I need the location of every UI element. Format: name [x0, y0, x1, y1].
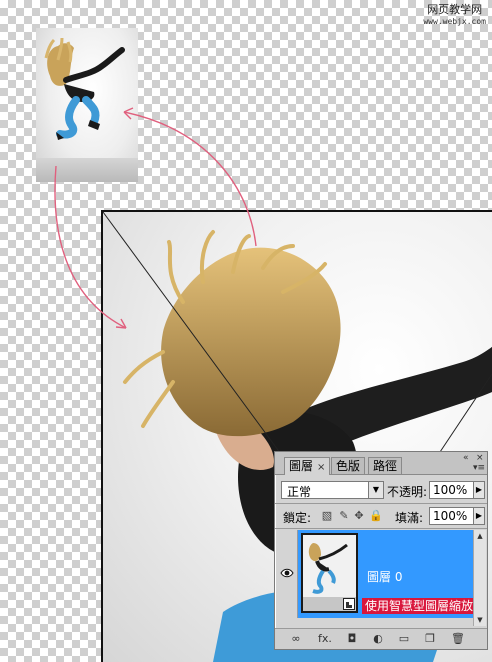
lock-label: 鎖定: [283, 511, 312, 525]
small-photo [36, 28, 138, 182]
smart-object-tooltip: 使用智慧型圖層縮放 [362, 598, 477, 614]
eye-icon[interactable] [280, 568, 294, 578]
brush-lock-icon[interactable]: ✎ [338, 510, 350, 522]
smart-object-icon [343, 598, 355, 610]
opacity-slider-button[interactable]: ▶ [473, 481, 485, 499]
visibility-cell[interactable] [277, 530, 298, 618]
layer-row[interactable]: 圖層 0 使用智慧型圖層縮放 [277, 530, 477, 618]
fill-slider-button[interactable]: ▶ [473, 507, 485, 525]
watermark-title: 网页教学网 [427, 3, 483, 16]
scroll-up-icon[interactable]: ▲ [474, 530, 486, 542]
scroll-down-icon[interactable]: ▼ [474, 614, 486, 626]
layer-name[interactable]: 圖層 0 [367, 568, 402, 585]
panel-menu-icon[interactable]: ▾≡ [473, 463, 485, 473]
watermark: 网页教学网 www.webjx.com [423, 4, 486, 28]
fx-icon[interactable]: fx. [315, 632, 335, 646]
panel-tabbar: 圖層 × 色版 路徑 « × ▾≡ [275, 452, 487, 475]
panel-footer: ∞ fx. ◘ ◐ ▭ ❐ 🗑 [275, 628, 487, 649]
fill-label: 填滿: [395, 511, 424, 525]
blend-mode-select[interactable]: 正常 ▼ [281, 481, 384, 499]
opacity-label: 不透明: [387, 485, 428, 499]
fill-input[interactable]: 100% [429, 507, 475, 525]
tab-close-icon[interactable]: × [317, 462, 325, 473]
divider [275, 528, 487, 529]
layers-panel: 圖層 × 色版 路徑 « × ▾≡ 正常 ▼ 不透明: 100% ▶ 鎖定: ▧ … [274, 451, 488, 650]
new-layer-icon[interactable]: ❐ [423, 632, 437, 646]
opacity-input[interactable]: 100% [429, 481, 475, 499]
folder-icon[interactable]: ▭ [397, 632, 411, 646]
padlock-icon[interactable]: 🔒 [369, 510, 383, 522]
watermark-url: www.webjx.com [423, 17, 486, 26]
transparency-lock-icon[interactable]: ▧ [321, 510, 333, 522]
chevron-down-icon[interactable]: ▼ [368, 482, 383, 498]
layers-scrollbar[interactable]: ▲ ▼ [473, 530, 486, 626]
tab-channels[interactable]: 色版 [331, 457, 366, 474]
dancer-figure [44, 37, 125, 140]
move-lock-icon[interactable]: ✥ [353, 510, 365, 522]
tab-paths[interactable]: 路徑 [368, 457, 403, 474]
collapse-icon[interactable]: « [463, 453, 469, 463]
divider [275, 503, 487, 504]
tab-layers-label: 圖層 [289, 459, 314, 473]
tab-paths-label: 路徑 [373, 459, 398, 473]
adjustment-icon[interactable]: ◐ [371, 632, 385, 646]
close-panel-icon[interactable]: × [476, 453, 484, 463]
blend-mode-value: 正常 [287, 485, 312, 499]
mask-icon[interactable]: ◘ [345, 632, 359, 646]
tab-channels-label: 色版 [336, 459, 361, 473]
tab-layers[interactable]: 圖層 × [284, 457, 331, 475]
link-icon[interactable]: ∞ [289, 632, 303, 646]
layer-thumbnail[interactable] [301, 533, 358, 613]
trash-icon[interactable]: 🗑 [451, 632, 465, 646]
